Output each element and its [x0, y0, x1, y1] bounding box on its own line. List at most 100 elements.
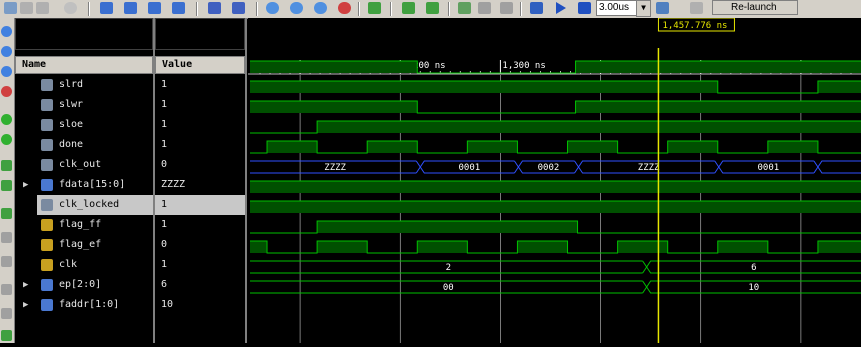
expand-arrow-icon[interactable]: ▶ [23, 295, 28, 315]
signal-row[interactable]: ▶ fdata[15:0] [15, 175, 153, 195]
break-icon[interactable] [690, 2, 703, 14]
left-toolbar [0, 18, 15, 343]
high-level-fill [817, 241, 861, 253]
expand-arrow-icon[interactable]: ▶ [23, 175, 28, 195]
value-column-header[interactable]: Value [155, 56, 245, 74]
restart-icon[interactable] [530, 2, 543, 14]
high-level-fill [317, 241, 368, 253]
bus-value-label: 0002 [538, 163, 560, 173]
bus-value-label: 6 [751, 263, 756, 273]
signal-row[interactable]: done [15, 135, 153, 155]
stop-icon[interactable] [36, 2, 49, 14]
high-level-fill [250, 61, 418, 73]
zoom-area-icon[interactable] [314, 2, 327, 14]
bus-value-label: 00 [443, 283, 454, 293]
bus-transition [813, 160, 819, 168]
bus-transition [514, 160, 519, 168]
add-marker-icon[interactable] [1, 208, 12, 219]
signal-name: faddr[1:0] [59, 299, 120, 310]
next-marker-icon[interactable] [1, 256, 12, 267]
bus-transition [642, 280, 648, 288]
high-level-fill [575, 101, 861, 113]
layout-icon[interactable] [172, 2, 185, 14]
swap-cursor-icon[interactable] [1, 284, 12, 295]
prev-marker-icon[interactable] [1, 232, 12, 243]
signal-row[interactable]: clk_out [15, 155, 153, 175]
window-icon[interactable] [148, 2, 161, 14]
go-start-icon[interactable] [1, 114, 12, 125]
marker-next-icon[interactable] [500, 2, 513, 14]
close-icon[interactable] [64, 2, 77, 14]
bus-value-label: ZZZZ [638, 163, 660, 173]
high-level-fill [517, 241, 568, 253]
zoom-reset-icon[interactable] [338, 2, 351, 14]
prev-edge-icon[interactable] [402, 2, 415, 14]
step-icon[interactable] [656, 2, 669, 14]
arrow-down-icon[interactable] [4, 2, 17, 14]
values-search-area [155, 18, 245, 50]
waveform-area[interactable]: 1,100 ns1,200 ns1,300 ns1,400 ns1,500 ns… [248, 17, 861, 343]
marker-add-icon[interactable] [458, 2, 471, 14]
waveform-canvas[interactable]: 1,100 ns1,200 ns1,300 ns1,400 ns1,500 ns… [248, 17, 861, 343]
zoom-fit-icon[interactable] [100, 2, 113, 14]
zoom-out-icon[interactable] [290, 2, 303, 14]
bus-value-label: 0001 [758, 163, 780, 173]
run-time-input[interactable]: 3.00us [596, 0, 638, 16]
wire-in-icon [41, 79, 53, 91]
go-end-icon[interactable] [1, 134, 12, 145]
wire-in-icon [41, 139, 53, 151]
values-splitter[interactable] [245, 18, 247, 343]
signal-row[interactable]: flag_ff [15, 215, 153, 235]
next-edge-icon[interactable] [426, 2, 439, 14]
bus-transition [574, 160, 579, 168]
marker-icon[interactable] [232, 2, 245, 14]
signal-name: done [59, 139, 84, 150]
relaunch-button[interactable]: Re-launch [712, 0, 798, 15]
zoom-full-icon[interactable] [124, 2, 137, 14]
signal-row[interactable]: sloe [15, 115, 153, 135]
bus-out-icon [41, 279, 53, 291]
signal-row[interactable]: clk [15, 255, 153, 275]
signal-row[interactable]: flag_ef [15, 235, 153, 255]
pause-icon[interactable] [20, 2, 33, 14]
chevron-down-icon[interactable]: ▼ [636, 0, 651, 17]
expand-arrow-icon[interactable]: ▶ [23, 275, 28, 295]
marker-prev-icon[interactable] [478, 2, 491, 14]
signal-value: 6 [161, 279, 168, 290]
prev-transition-icon[interactable] [1, 160, 12, 171]
name-column-header[interactable]: Name [15, 56, 153, 74]
snap-icon[interactable] [1, 308, 12, 319]
next-transition-icon[interactable] [1, 180, 12, 191]
bus-out-icon [41, 299, 53, 311]
run-for-icon[interactable] [578, 2, 591, 14]
values-pane: Value 1 1 1 1 0 ZZZZ 1 1 0 1 6 10 [155, 18, 245, 343]
wire-in-icon [41, 99, 53, 111]
signal-name: slwr [59, 99, 84, 110]
run-all-icon[interactable] [556, 2, 566, 14]
zoom-reset-icon[interactable] [1, 86, 12, 97]
bus-transition [642, 286, 648, 294]
signal-row[interactable]: slwr [15, 95, 153, 115]
signal-value: 1 [155, 195, 245, 215]
relaunch-label: Re-launch [731, 2, 777, 13]
signal-row[interactable]: ▶ faddr[1:0] [15, 295, 153, 315]
floating-ruler-icon[interactable] [1, 330, 12, 341]
signal-row[interactable]: slrd [15, 75, 153, 95]
bus-value-label: 0001 [459, 163, 481, 173]
signal-row[interactable]: clk_locked [37, 195, 153, 215]
cursor-time-label: 1,457.776 ns [662, 21, 727, 31]
signal-row[interactable]: ▶ ep[2:0] [15, 275, 153, 295]
signal-name: clk_locked [59, 199, 120, 210]
zoom-fit-icon[interactable] [1, 66, 12, 77]
bus-in-icon [41, 179, 53, 191]
bus-transition [574, 166, 579, 174]
cursor-icon[interactable] [208, 2, 221, 14]
high-level-fill [717, 241, 768, 253]
signal-value: 1 [161, 99, 168, 110]
zoom-in-icon[interactable] [266, 2, 279, 14]
signal-value: 1 [161, 219, 168, 230]
zoom-out-icon[interactable] [1, 46, 12, 57]
signal-value: 1 [161, 259, 168, 270]
zoom-in-icon[interactable] [1, 26, 12, 37]
refresh-icon[interactable] [368, 2, 381, 14]
